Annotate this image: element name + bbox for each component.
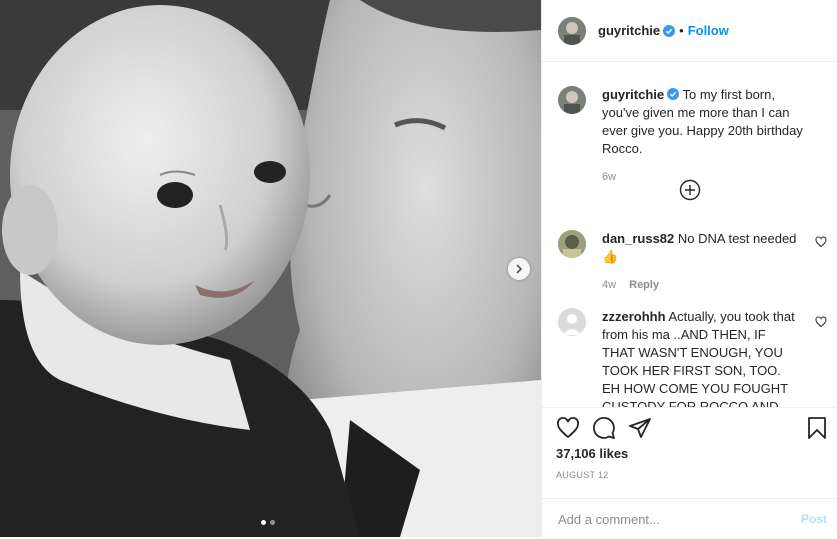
header-separator: • — [679, 23, 684, 38]
commenter-avatar-image — [558, 230, 586, 258]
caption-age[interactable]: 6w — [602, 171, 616, 183]
thumbs-up-emoji: 👍 — [602, 249, 619, 264]
commenter-avatar[interactable] — [558, 230, 586, 258]
default-avatar-icon — [558, 308, 586, 336]
post-side-panel: guyritchie • Follow guyritchie To my fir… — [541, 0, 837, 537]
author-avatar-image — [558, 16, 586, 45]
comment-like-heart-icon[interactable] — [815, 316, 827, 328]
carousel-dot — [270, 520, 275, 525]
comment-username[interactable]: dan_russ82 — [602, 231, 674, 246]
comment-item: zzzerohhh Actually, you took that from h… — [558, 308, 825, 407]
post-header: guyritchie • Follow — [542, 0, 837, 62]
verified-badge-icon — [663, 24, 676, 37]
comment-composer: Post — [542, 498, 837, 539]
author-avatar[interactable] — [558, 16, 586, 45]
carousel-dot-active — [261, 520, 266, 525]
plus-circle-icon[interactable] — [679, 179, 701, 201]
photo-image — [0, 0, 541, 537]
chevron-right-icon — [516, 264, 523, 274]
comment-item: dan_russ82 No DNA test needed 👍 4w Reply — [558, 230, 825, 294]
caption-username[interactable]: guyritchie — [602, 87, 664, 102]
post-caption: guyritchie To my first born, you've give… — [558, 86, 825, 186]
reply-button[interactable]: Reply — [629, 279, 659, 291]
caption-author-avatar[interactable] — [558, 86, 586, 114]
comment-username[interactable]: zzzerohhh — [602, 309, 666, 324]
action-icon-bar — [556, 416, 829, 440]
carousel-indicator — [261, 520, 275, 525]
post-actions: 37,106 likes AUGUST 12 Post — [542, 407, 837, 538]
comment-bubble-icon[interactable] — [592, 416, 616, 440]
caption-avatar-image — [558, 86, 586, 114]
comments-scroll-area[interactable]: guyritchie To my first born, you've give… — [542, 62, 837, 407]
likes-count[interactable]: 37,106 likes — [556, 446, 628, 461]
author-username[interactable]: guyritchie — [598, 23, 660, 38]
paper-plane-icon[interactable] — [628, 416, 652, 440]
comment-like-heart-icon[interactable] — [815, 236, 827, 248]
add-comment-input[interactable] — [556, 510, 801, 528]
comment-age[interactable]: 4w — [602, 279, 616, 291]
commenter-avatar[interactable] — [558, 308, 586, 336]
post-comment-button[interactable]: Post — [801, 512, 827, 526]
follow-button[interactable]: Follow — [688, 23, 729, 38]
post-photo[interactable] — [0, 0, 541, 537]
heart-icon[interactable] — [556, 416, 580, 440]
bookmark-icon[interactable] — [805, 416, 829, 440]
post-date[interactable]: AUGUST 12 — [556, 470, 609, 480]
comment-text: No DNA test needed — [677, 231, 797, 246]
carousel-next-button[interactable] — [508, 258, 530, 280]
verified-badge-icon — [667, 88, 680, 100]
